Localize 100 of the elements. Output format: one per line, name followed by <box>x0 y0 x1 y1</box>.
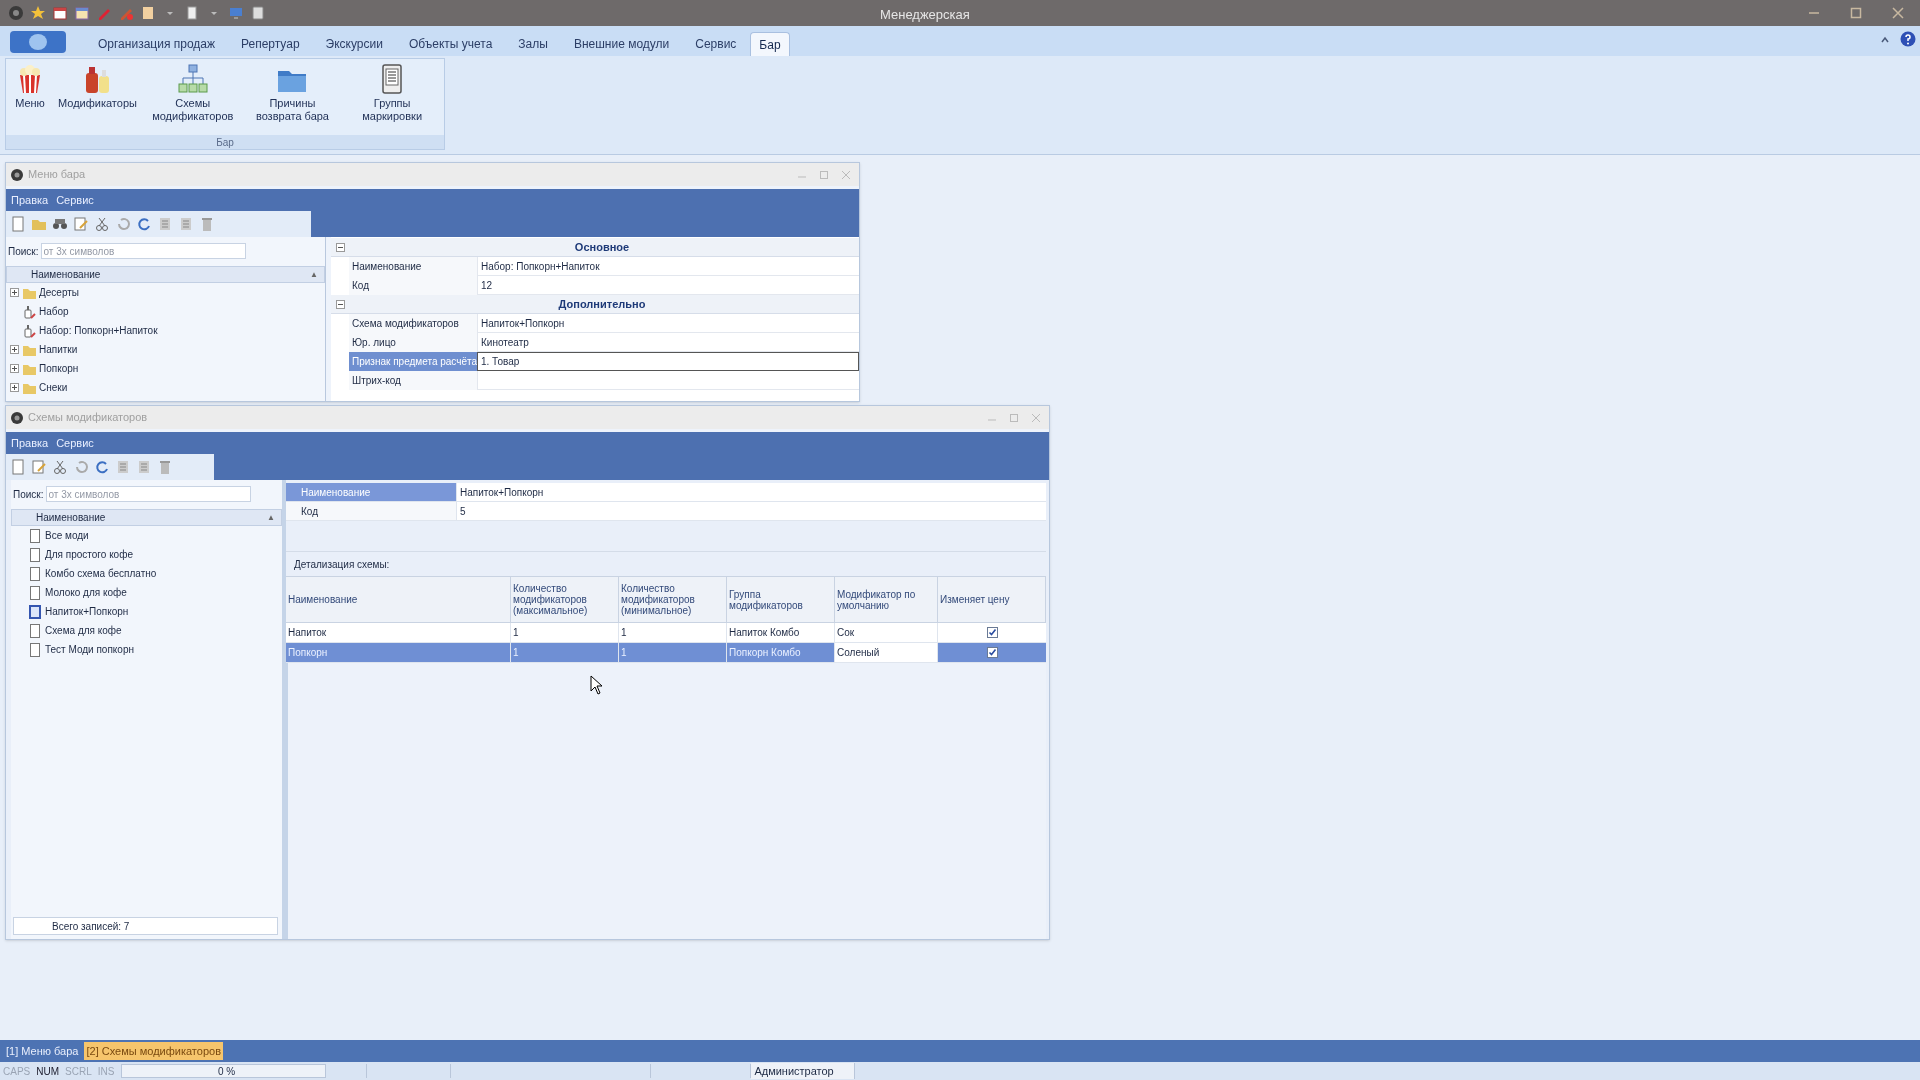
expand-icon[interactable] <box>10 383 19 392</box>
collapse-icon[interactable] <box>336 299 345 309</box>
document-icon[interactable] <box>184 5 200 21</box>
close-icon[interactable] <box>841 169 851 180</box>
list-item[interactable]: Для простого кофе <box>11 545 282 564</box>
app-menu-button[interactable] <box>10 31 66 53</box>
column-header[interactable]: Количество модификаторов (минимальное) <box>619 577 727 622</box>
list-item[interactable]: Напиток+Попкорн <box>11 602 282 621</box>
refresh-icon[interactable] <box>136 216 152 232</box>
menu-item[interactable]: Сервис <box>56 434 94 452</box>
expand-icon[interactable] <box>10 364 19 373</box>
list-item-label: Все моди <box>45 529 89 543</box>
window-tab[interactable]: [1] Меню бара <box>4 1042 81 1060</box>
column-header[interactable]: Наименование ▲ <box>11 509 282 526</box>
list-item[interactable]: Комбо схема бесплатно <box>11 564 282 583</box>
property-value[interactable]: Кинотеатр <box>477 333 859 352</box>
search-field[interactable]: от 3х символов <box>45 486 251 502</box>
list-icon[interactable] <box>115 459 131 475</box>
new-document-icon[interactable] <box>10 459 26 475</box>
ribbon-tab[interactable]: Репертуар <box>229 32 312 56</box>
ribbon-tab[interactable]: Бар <box>750 32 790 56</box>
close-icon[interactable] <box>1892 7 1904 19</box>
checkbox-checked[interactable] <box>986 647 998 658</box>
column-header[interactable]: Модификатор по умолчанию <box>835 577 938 622</box>
trash-icon[interactable] <box>199 216 215 232</box>
property-label: Признак предмета расчёта <box>349 352 477 371</box>
ribbon-button[interactable]: Причины возврата бара <box>242 59 343 135</box>
tree-item-label: Попкорн <box>39 362 79 376</box>
bottle-icon <box>22 304 36 319</box>
maximize-icon[interactable] <box>1850 7 1862 19</box>
column-header[interactable]: Наименование <box>286 577 511 622</box>
menu-item[interactable]: Сервис <box>56 191 94 209</box>
list-icon[interactable] <box>178 216 194 232</box>
tree-item[interactable]: Десерты <box>6 283 325 302</box>
ribbon-tab[interactable]: Экскурсии <box>313 32 395 56</box>
calendar-icon[interactable] <box>52 5 68 21</box>
list-item[interactable]: Все моди <box>11 526 282 545</box>
star-icon[interactable] <box>30 5 46 21</box>
collapse-icon[interactable] <box>336 242 345 252</box>
property-value[interactable]: Набор: Попкорн+Напиток <box>477 257 859 276</box>
collapse-ribbon-icon[interactable] <box>1880 35 1890 45</box>
refresh-icon[interactable] <box>94 459 110 475</box>
user-name: Администратор <box>751 1062 856 1080</box>
sort-indicator: ▲ <box>267 511 275 524</box>
hierarchy-icon <box>176 63 209 95</box>
edit-icon[interactable] <box>73 216 89 232</box>
help-icon[interactable] <box>1900 31 1916 47</box>
undo-icon[interactable] <box>115 216 131 232</box>
menu-item[interactable]: Правка <box>11 191 49 209</box>
edit-icon[interactable] <box>31 459 47 475</box>
list-item-label: Для простого кофе <box>45 548 133 562</box>
search-field[interactable]: от 3х символов <box>40 243 246 259</box>
ribbon-button[interactable]: Модификаторы <box>52 59 143 135</box>
ribbon-button[interactable]: Меню <box>8 59 52 135</box>
tree-item[interactable]: Попкорн <box>6 359 325 378</box>
property-value[interactable]: 1. Товар <box>477 352 859 371</box>
tablet-icon[interactable] <box>250 5 266 21</box>
ribbon-button[interactable]: Схемы модификаторов <box>142 59 243 135</box>
column-header[interactable]: Количество модификаторов (максимальное) <box>511 577 619 622</box>
column-header[interactable]: Изменяет цену <box>938 577 1046 622</box>
maximize-icon[interactable] <box>819 169 829 180</box>
window-title: Схемы модификаторов <box>28 410 148 426</box>
menu-item[interactable]: Правка <box>11 434 49 452</box>
tree-item[interactable]: Набор <box>6 302 325 321</box>
document-icon[interactable] <box>140 5 156 21</box>
cut-icon[interactable] <box>52 459 68 475</box>
ribbon-tab[interactable]: Объекты учета <box>396 32 505 56</box>
close-icon[interactable] <box>1031 412 1041 423</box>
list-item[interactable]: Тест Моди попкорн <box>11 640 282 659</box>
list-item[interactable]: Схема для кофе <box>11 621 282 640</box>
column-header[interactable]: Наименование ▲ <box>6 266 325 283</box>
trash-icon[interactable] <box>157 459 173 475</box>
calendar-icon[interactable] <box>74 5 90 21</box>
property-value[interactable]: Напиток+Попкорн <box>477 314 859 333</box>
list-item[interactable]: Молоко для кофе <box>11 583 282 602</box>
list-icon[interactable] <box>136 459 152 475</box>
window-title: Меню бара <box>28 167 86 183</box>
monitor-icon[interactable] <box>228 5 244 21</box>
tree-item[interactable]: Набор: Попкорн+Напиток <box>6 321 325 340</box>
list-icon[interactable] <box>157 216 173 232</box>
new-document-icon[interactable] <box>10 216 26 232</box>
ribbon-tab[interactable]: Организация продаж <box>86 32 227 56</box>
property-label: Наименование <box>349 257 477 276</box>
ribbon-tab[interactable]: Сервис <box>683 32 749 56</box>
column-header[interactable]: Группа модификаторов <box>727 577 835 622</box>
checkbox-checked[interactable] <box>986 627 998 638</box>
field-value[interactable]: 5 <box>456 502 1046 520</box>
binoculars-icon[interactable] <box>52 216 68 232</box>
field-value[interactable]: Напиток+Попкорн <box>456 483 1046 501</box>
ribbon-button[interactable]: Группы маркировки <box>342 59 442 135</box>
maximize-icon[interactable] <box>1009 412 1019 423</box>
undo-icon[interactable] <box>73 459 89 475</box>
tree-item[interactable]: Снеки <box>6 378 325 397</box>
ribbon-tab[interactable]: Залы <box>506 32 560 56</box>
ribbon-tab[interactable]: Внешние модули <box>561 32 682 56</box>
tree-item[interactable]: Напитки <box>6 340 325 359</box>
cut-icon[interactable] <box>94 216 110 232</box>
expand-icon[interactable] <box>10 345 19 354</box>
expand-icon[interactable] <box>10 288 19 297</box>
window-tab[interactable]: [2] Схемы модификаторов <box>84 1042 223 1060</box>
